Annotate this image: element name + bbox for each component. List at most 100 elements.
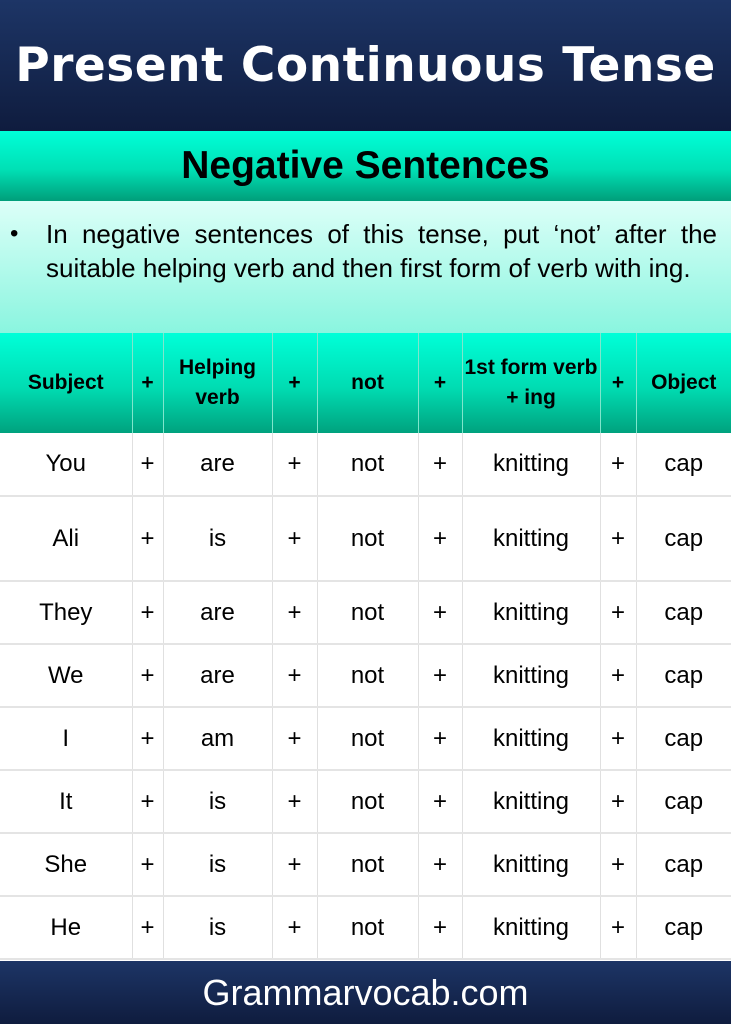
table-cell: not [317, 833, 419, 897]
plus-cell: + [272, 433, 318, 497]
plus-cell: + [132, 833, 164, 897]
table-cell: knitting [462, 896, 601, 960]
table-cell: He [0, 896, 133, 960]
header-cell: 1st form verb + ing [462, 333, 601, 433]
table-cell: cap [636, 896, 731, 960]
table-cell: I [0, 707, 133, 771]
plus-cell: + [418, 496, 463, 582]
plus-cell: + [132, 707, 164, 771]
header-banner: Present Continuous Tense [0, 0, 731, 131]
header-plus: + [600, 333, 637, 433]
table-row: They + are + not + knitting + cap [0, 581, 731, 645]
plus-cell: + [600, 644, 637, 708]
table-cell: knitting [462, 833, 601, 897]
table-cell: knitting [462, 770, 601, 834]
plus-cell: + [418, 833, 463, 897]
table-cell: knitting [462, 433, 601, 497]
table-cell: cap [636, 581, 731, 645]
table-row: You + are + not + knitting + cap [0, 433, 731, 497]
table-cell: cap [636, 433, 731, 497]
header-plus: + [418, 333, 463, 433]
table-row: It + is + not + knitting + cap [0, 770, 731, 834]
table-cell: not [317, 644, 419, 708]
plus-cell: + [272, 896, 318, 960]
table-cell: is [163, 770, 273, 834]
header-cell: not [317, 333, 419, 433]
table-cell: cap [636, 833, 731, 897]
table-row: He + is + not + knitting + cap [0, 896, 731, 960]
plus-cell: + [132, 433, 164, 497]
header-plus: + [132, 333, 164, 433]
plus-cell: + [418, 644, 463, 708]
table-cell: cap [636, 770, 731, 834]
header-cell: Helping verb [163, 333, 273, 433]
table-row: I + am + not + knitting + cap [0, 707, 731, 771]
plus-cell: + [600, 433, 637, 497]
intro-text: In negative sentences of this tense, put… [46, 219, 717, 283]
table-cell: is [163, 833, 273, 897]
plus-cell: + [272, 770, 318, 834]
plus-cell: + [272, 581, 318, 645]
table-cell: is [163, 896, 273, 960]
table-cell: knitting [462, 581, 601, 645]
footer-banner: Grammarvocab.com [0, 961, 731, 1024]
plus-cell: + [272, 496, 318, 582]
plus-cell: + [132, 770, 164, 834]
table-cell: It [0, 770, 133, 834]
table-cell: She [0, 833, 133, 897]
table-cell: cap [636, 707, 731, 771]
plus-cell: + [418, 433, 463, 497]
table-cell: They [0, 581, 133, 645]
table-cell: Ali [0, 496, 133, 582]
table-cell: not [317, 770, 419, 834]
page-title: Present Continuous Tense [15, 38, 716, 93]
table-cell: are [163, 581, 273, 645]
header-cell: Subject [0, 333, 133, 433]
table-cell: not [317, 581, 419, 645]
table-cell: not [317, 433, 419, 497]
table-cell: are [163, 644, 273, 708]
table-cell: knitting [462, 707, 601, 771]
table-cell: not [317, 496, 419, 582]
plus-cell: + [600, 707, 637, 771]
plus-cell: + [272, 707, 318, 771]
plus-cell: + [132, 581, 164, 645]
header-cell: Object [651, 371, 717, 394]
plus-cell: + [132, 496, 164, 582]
bullet-icon: • [10, 220, 19, 247]
plus-cell: + [272, 833, 318, 897]
plus-cell: + [600, 896, 637, 960]
plus-cell: + [272, 644, 318, 708]
plus-cell: + [418, 896, 463, 960]
table-row: Ali + is + not + knitting + cap [0, 496, 731, 582]
plus-cell: + [600, 496, 637, 582]
table-cell: knitting [462, 496, 601, 582]
table-cell: am [163, 707, 273, 771]
section-title: Negative Sentences [181, 144, 550, 187]
table-cell: is [163, 496, 273, 582]
table-cell: We [0, 644, 133, 708]
table-cell: are [163, 433, 273, 497]
intro-section: • In negative sentences of this tense, p… [0, 201, 731, 333]
plus-cell: + [418, 707, 463, 771]
table-cell: cap [636, 644, 731, 708]
table-cell: knitting [462, 644, 601, 708]
plus-cell: + [132, 896, 164, 960]
site-name: Grammarvocab.com [202, 971, 529, 1013]
header-plus: + [272, 333, 318, 433]
table-row: She + is + not + knitting + cap [0, 833, 731, 897]
plus-cell: + [132, 644, 164, 708]
table-cell: You [0, 433, 133, 497]
plus-cell: + [418, 581, 463, 645]
table-header-row: Subject + Helping verb + not +1st form verb +… [0, 333, 731, 433]
table-cell: not [317, 896, 419, 960]
table-cell: not [317, 707, 419, 771]
table-cell: cap [636, 496, 731, 582]
plus-cell: + [418, 770, 463, 834]
plus-cell: + [600, 581, 637, 645]
plus-cell: + [600, 833, 637, 897]
subheader-banner: Negative Sentences [0, 131, 731, 201]
structure-table: Subject + Helping verb + not +1st form verb +… [0, 333, 731, 960]
plus-cell: + [600, 770, 637, 834]
table-row: We + are + not + knitting + cap [0, 644, 731, 708]
